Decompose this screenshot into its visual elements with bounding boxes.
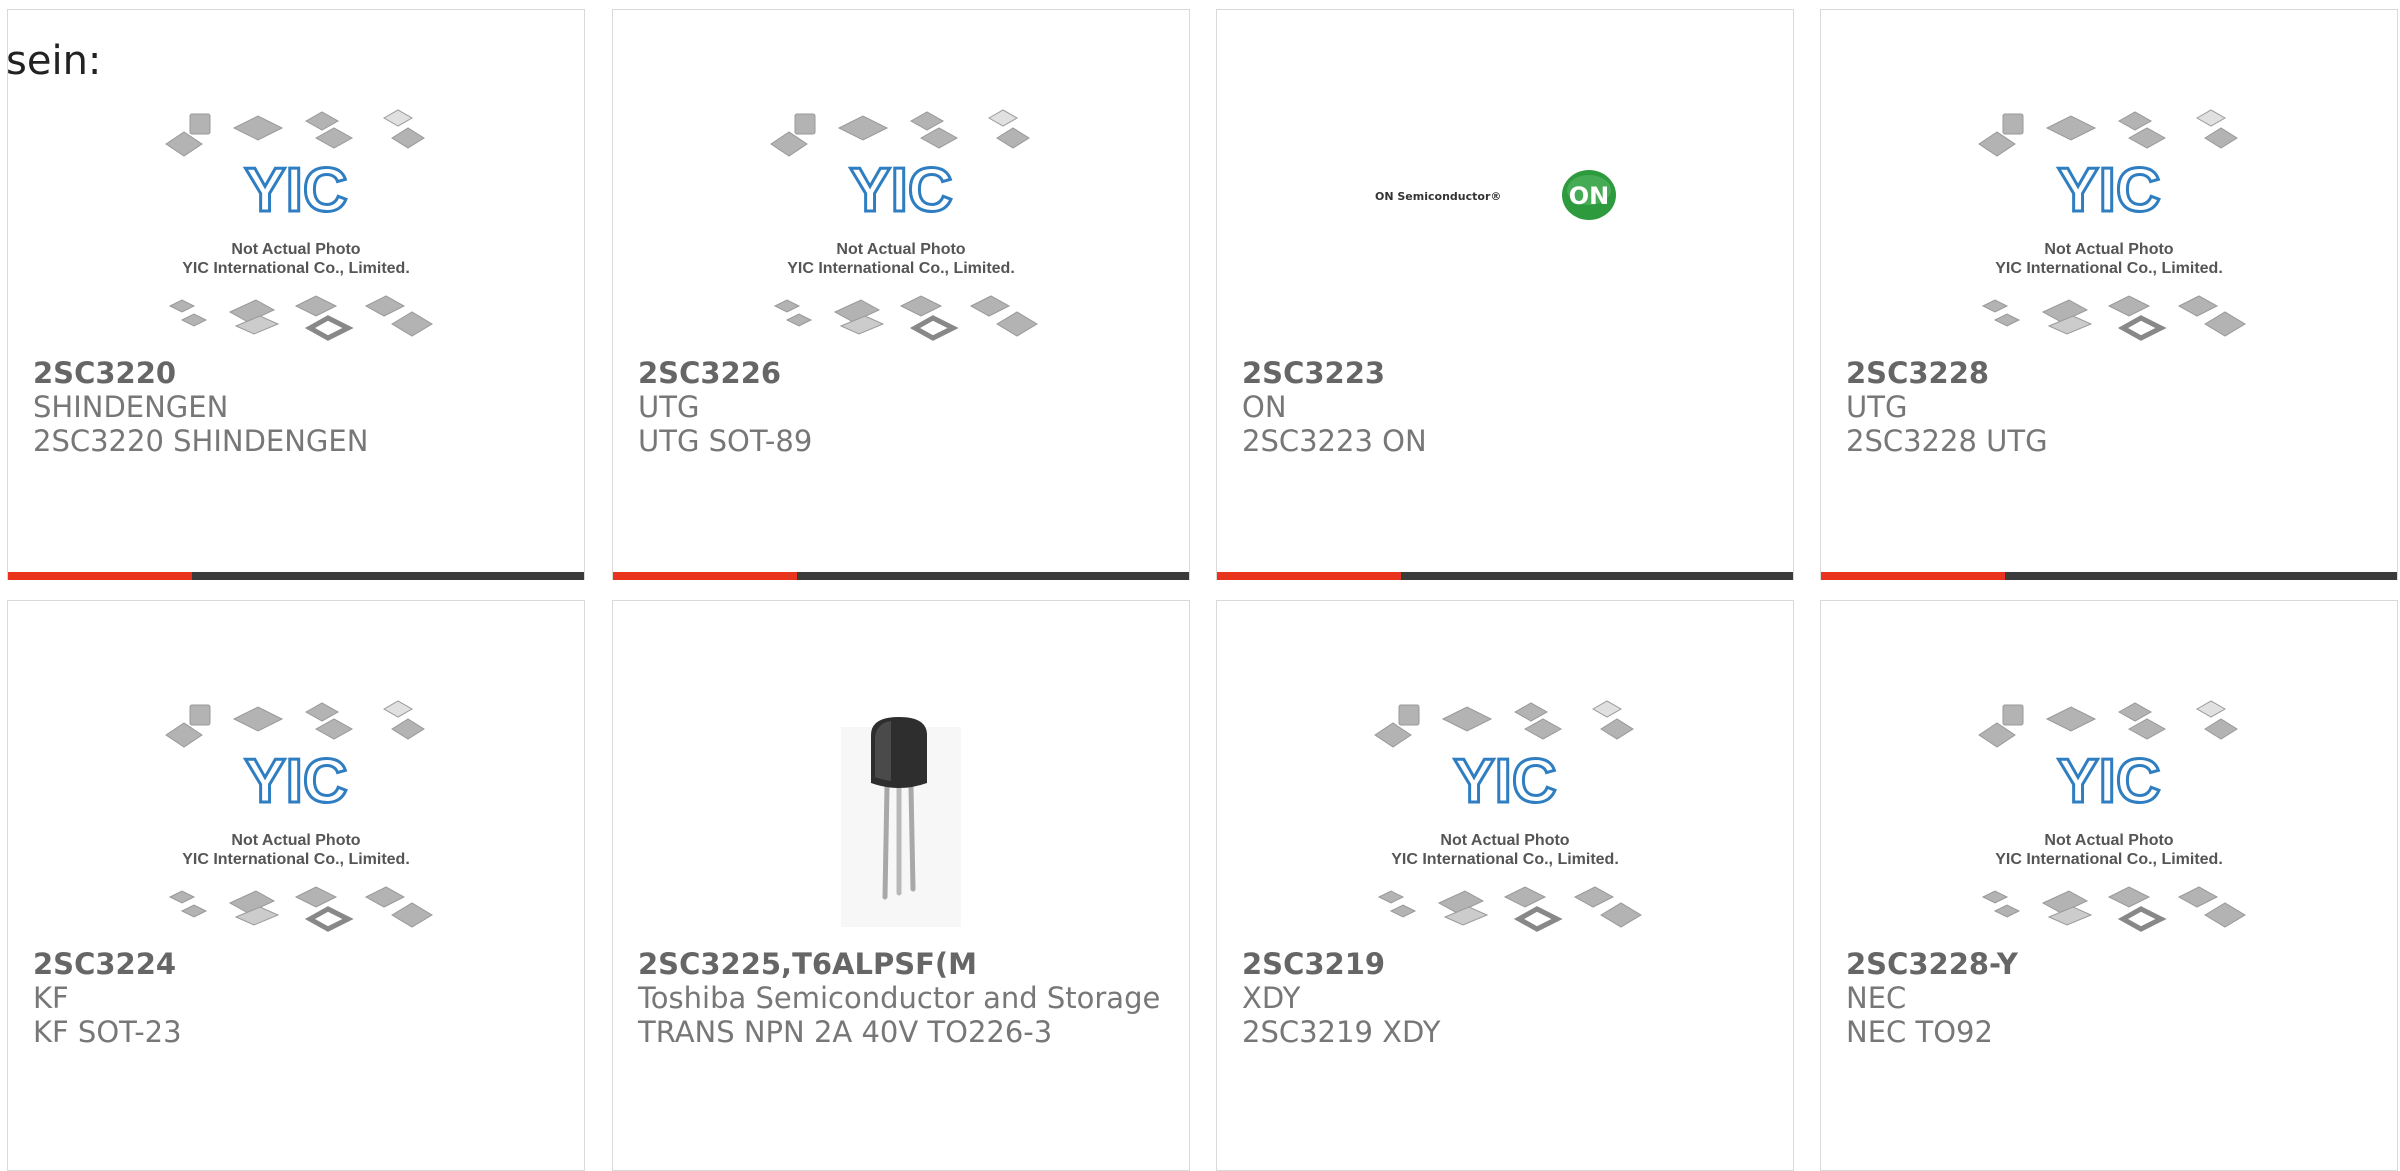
yic-placeholder-image: YIC Not Actual Photo YIC International C… (165, 109, 433, 341)
yic-placeholder-image: YIC Not Actual Photo YIC International C… (1978, 109, 2246, 341)
yic-logo-letters: YIC (244, 747, 347, 816)
product-card-2SC3226[interactable]: YIC Not Actual Photo YIC International C… (612, 9, 1190, 580)
yic-placeholder-image: YIC Not Actual Photo YIC International C… (1978, 700, 2246, 932)
yic-logo-letters: YIC (1453, 747, 1556, 816)
chip-icons-top (1978, 700, 2238, 748)
manufacturer: ON (1242, 390, 1287, 424)
yic-placeholder-image: YIC Not Actual Photo YIC International C… (165, 700, 433, 932)
chip-icons-top (1374, 700, 1634, 748)
placeholder-line1: Not Actual Photo (1440, 832, 1569, 849)
chip-icons-top (165, 109, 425, 157)
manufacturer: KF (33, 981, 69, 1015)
description: 2SC3220 SHINDENGEN (33, 424, 369, 458)
placeholder-line1: Not Actual Photo (2044, 241, 2173, 258)
product-card-2SC3225[interactable]: 2SC3225,T6ALPSF(M Toshiba Semiconductor … (612, 600, 1190, 1171)
progress-fill (8, 572, 193, 580)
placeholder-line2: YIC International Co., Limited. (787, 260, 1015, 277)
yic-logo-letters: YIC (2057, 156, 2160, 225)
chip-icons-bottom (773, 295, 1038, 341)
progress-fill (613, 572, 798, 580)
intro-text: sein: (6, 38, 102, 84)
description: 2SC3223 ON (1242, 424, 1427, 458)
placeholder-line2: YIC International Co., Limited. (1391, 851, 1619, 868)
yic-logo-letters: YIC (244, 156, 347, 225)
placeholder-line2: YIC International Co., Limited. (182, 260, 410, 277)
manufacturer: UTG (1846, 390, 1908, 424)
chip-icons-top (770, 109, 1030, 157)
chip-icons-bottom (1377, 886, 1642, 932)
yic-logo-letters: YIC (2057, 747, 2160, 816)
progress-bar (1821, 572, 2397, 580)
part-number[interactable]: 2SC3225,T6ALPSF(M (638, 947, 1164, 981)
part-number[interactable]: 2SC3224 (33, 947, 559, 981)
placeholder-line1: Not Actual Photo (836, 241, 965, 258)
placeholder-line2: YIC International Co., Limited. (1995, 851, 2223, 868)
part-number[interactable]: 2SC3228-Y (1846, 947, 2372, 981)
progress-fill (1821, 572, 2006, 580)
progress-bar (613, 572, 1189, 580)
part-number[interactable]: 2SC3228 (1846, 356, 2372, 390)
chip-icons-top (165, 700, 425, 748)
part-number[interactable]: 2SC3219 (1242, 947, 1768, 981)
manufacturer: UTG (638, 390, 700, 424)
placeholder-line1: Not Actual Photo (2044, 832, 2173, 849)
product-image-placeholder: YIC Not Actual Photo YIC International C… (613, 100, 1189, 352)
manufacturer: Toshiba Semiconductor and Storage (638, 981, 1161, 1015)
transistor-photo (841, 717, 961, 927)
yic-placeholder-image: YIC Not Actual Photo YIC International C… (1374, 700, 1642, 932)
on-badge-text: ON (1569, 182, 1610, 210)
description: KF SOT-23 (33, 1015, 182, 1049)
chip-icons-bottom (168, 295, 433, 341)
placeholder-line2: YIC International Co., Limited. (182, 851, 410, 868)
product-image-placeholder: YIC Not Actual Photo YIC International C… (1217, 691, 1793, 943)
product-image-on-logo: ON Semiconductor® ON (1217, 100, 1793, 352)
placeholder-line2: YIC International Co., Limited. (1995, 260, 2223, 277)
chip-icons-top (1978, 109, 2238, 157)
part-number[interactable]: 2SC3223 (1242, 356, 1768, 390)
on-wordmark: ON Semiconductor® (1375, 190, 1501, 203)
product-image-transistor (613, 691, 1189, 943)
placeholder-line1: Not Actual Photo (231, 241, 360, 258)
product-card-2SC3223[interactable]: ON Semiconductor® ON 2SC3223 ON 2SC3223 … (1216, 9, 1794, 580)
description: NEC TO92 (1846, 1015, 1993, 1049)
chip-icons-bottom (1981, 295, 2246, 341)
description: 2SC3219 XDY (1242, 1015, 1441, 1049)
on-semiconductor-logo: ON Semiconductor® ON (1375, 170, 1616, 220)
product-image-placeholder: YIC Not Actual Photo YIC International C… (1821, 100, 2397, 352)
product-card-2SC3219[interactable]: YIC Not Actual Photo YIC International C… (1216, 600, 1794, 1171)
product-image-placeholder: YIC Not Actual Photo YIC International C… (1821, 691, 2397, 943)
placeholder-line1: Not Actual Photo (231, 832, 360, 849)
product-card-2SC3224[interactable]: YIC Not Actual Photo YIC International C… (7, 600, 585, 1171)
progress-bar (1217, 572, 1793, 580)
description: 2SC3228 UTG (1846, 424, 2048, 458)
part-number[interactable]: 2SC3220 (33, 356, 559, 390)
chip-icons-bottom (1981, 886, 2246, 932)
manufacturer: XDY (1242, 981, 1301, 1015)
chip-icons-bottom (168, 886, 433, 932)
progress-fill (1217, 572, 1402, 580)
progress-bar (8, 572, 584, 580)
part-number[interactable]: 2SC3226 (638, 356, 1164, 390)
product-card-2SC3228[interactable]: YIC Not Actual Photo YIC International C… (1820, 9, 2398, 580)
description: UTG SOT-89 (638, 424, 813, 458)
yic-logo-letters: YIC (849, 156, 952, 225)
yic-placeholder-image: YIC Not Actual Photo YIC International C… (770, 109, 1038, 341)
product-card-2SC3228-Y[interactable]: YIC Not Actual Photo YIC International C… (1820, 600, 2398, 1171)
manufacturer: SHINDENGEN (33, 390, 229, 424)
description: TRANS NPN 2A 40V TO226-3 (638, 1015, 1053, 1049)
product-card-2SC3220[interactable]: YIC Not Actual Photo YIC International C… (7, 9, 585, 580)
product-image-placeholder: YIC Not Actual Photo YIC International C… (8, 100, 584, 352)
manufacturer: NEC (1846, 981, 1907, 1015)
product-image-placeholder: YIC Not Actual Photo YIC International C… (8, 691, 584, 943)
